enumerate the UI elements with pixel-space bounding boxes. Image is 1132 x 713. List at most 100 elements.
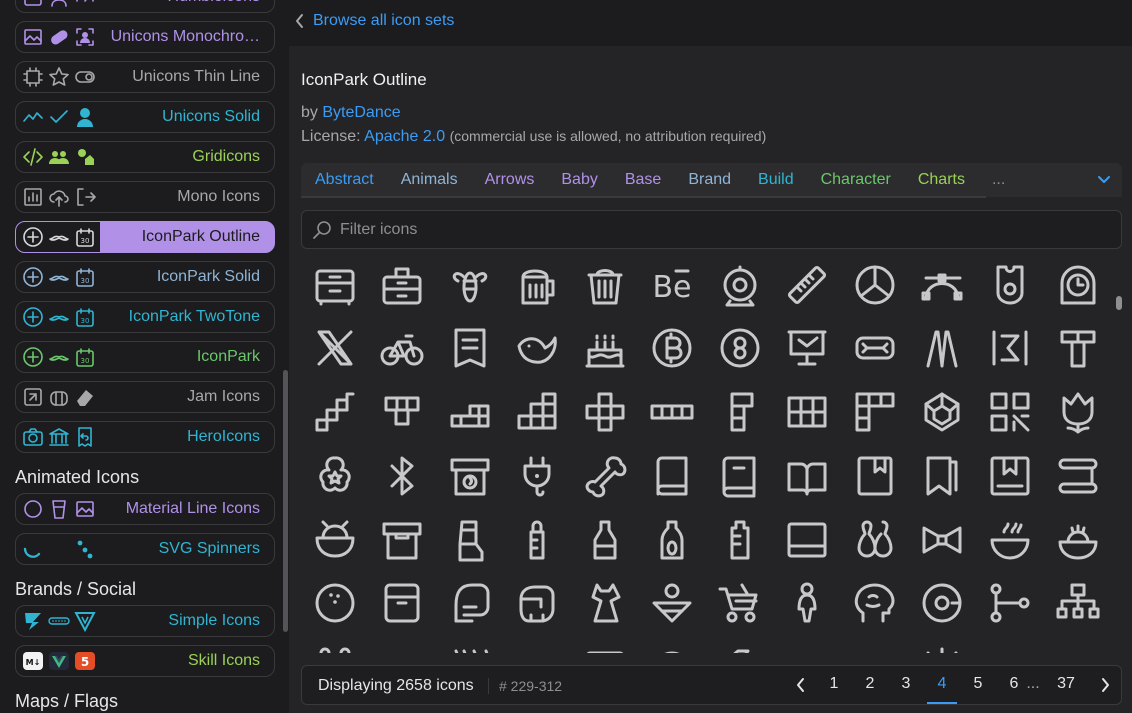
page-5[interactable]: 5 — [963, 675, 993, 693]
t-block-icon[interactable] — [1046, 316, 1109, 380]
branch-icon[interactable] — [978, 571, 1042, 635]
author-link[interactable]: ByteDance — [322, 104, 400, 121]
grid-scrollbar[interactable] — [1116, 296, 1122, 310]
beer-mug-icon[interactable] — [505, 253, 569, 317]
prev-page-icon[interactable] — [795, 676, 807, 694]
box-icon[interactable] — [370, 571, 434, 635]
category-tab-build[interactable]: Build — [758, 171, 794, 189]
brain-head-icon[interactable] — [843, 571, 907, 635]
scroll-icon[interactable] — [1046, 444, 1109, 508]
bowling-pins-icon[interactable] — [843, 508, 907, 572]
tray-icon[interactable] — [775, 508, 839, 572]
category-tab-charts[interactable]: Charts — [918, 171, 965, 189]
icon-set-unicons-thin-line[interactable]: Unicons Thin Line — [15, 61, 275, 93]
billiards-icon[interactable] — [708, 316, 772, 380]
woman-icon[interactable] — [775, 571, 839, 635]
bib-icon[interactable] — [978, 253, 1042, 317]
grass-icon[interactable] — [438, 635, 502, 653]
stroller-icon[interactable] — [708, 571, 772, 635]
step-block-icon[interactable] — [438, 380, 502, 444]
page-4[interactable]: 4 — [927, 675, 957, 693]
page-1[interactable]: 1 — [819, 675, 849, 693]
icon-set-heroicons[interactable]: HeroIcons — [15, 421, 275, 453]
receipt-icon[interactable] — [438, 316, 502, 380]
category-tab-arrows[interactable]: Arrows — [485, 171, 535, 189]
bloom-icon[interactable] — [910, 316, 974, 380]
tag-arrow-icon[interactable] — [708, 635, 772, 653]
cabinet-top-icon[interactable] — [573, 635, 637, 653]
tulip-icon[interactable] — [1046, 380, 1109, 444]
blade-icon[interactable] — [843, 316, 907, 380]
ring-top-icon[interactable] — [640, 635, 704, 653]
bucket-icon[interactable] — [573, 253, 637, 317]
icon-set-unicons-solid[interactable]: Unicons Solid — [15, 101, 275, 133]
boot-icon[interactable] — [438, 508, 502, 572]
bicycle-icon[interactable] — [370, 316, 434, 380]
book-stack-icon[interactable] — [708, 444, 772, 508]
boxing-icon[interactable] — [505, 571, 569, 635]
icon-set-iconpark-solid[interactable]: 30 IconPark Solid — [15, 261, 275, 293]
album-icon[interactable] — [978, 444, 1042, 508]
sigma-bracket-icon[interactable] — [978, 316, 1042, 380]
sidebar-scrollbar[interactable] — [283, 370, 288, 632]
page-2[interactable]: 2 — [855, 675, 885, 693]
hierarchy-icon[interactable] — [1046, 571, 1109, 635]
grid-block-icon[interactable] — [775, 380, 839, 444]
blank-r7-2[interactable] — [775, 635, 839, 653]
dress-icon[interactable] — [573, 571, 637, 635]
behance-icon[interactable]: Be — [640, 253, 704, 317]
category-tab-abstract[interactable]: Abstract — [315, 171, 374, 189]
bitcoin-icon[interactable] — [640, 316, 704, 380]
bowl-icon[interactable] — [303, 508, 367, 572]
icon-set-mono-icons[interactable]: Mono Icons — [15, 181, 275, 213]
bookmark-book-icon[interactable] — [843, 444, 907, 508]
drawer-icon[interactable] — [303, 253, 367, 317]
wine-bottle-icon[interactable] — [573, 508, 637, 572]
i-block-icon[interactable] — [640, 380, 704, 444]
water-bottle-icon[interactable] — [708, 508, 772, 572]
alarm-clock-icon[interactable] — [1046, 253, 1109, 317]
icon-set-jam-icons[interactable]: Jam Icons — [15, 381, 275, 413]
filter-input[interactable] — [340, 220, 1100, 239]
sun-top-icon[interactable] — [910, 635, 974, 653]
l-block-icon[interactable] — [843, 380, 907, 444]
j-block-icon[interactable] — [708, 380, 772, 444]
bell-ring-icon[interactable] — [708, 253, 772, 317]
stairs-block-icon[interactable] — [303, 380, 367, 444]
license-link[interactable]: Apache 2.0 — [364, 128, 445, 145]
ruler-icon[interactable] — [775, 253, 839, 317]
bowling-ball-icon[interactable] — [303, 571, 367, 635]
flower-icon[interactable] — [303, 444, 367, 508]
page-3[interactable]: 3 — [891, 675, 921, 693]
open-book-icon[interactable] — [775, 444, 839, 508]
t-shape-icon[interactable] — [370, 380, 434, 444]
next-page-icon[interactable] — [1099, 676, 1111, 694]
category-tab-character[interactable]: Character — [821, 171, 891, 189]
cube-network-icon[interactable] — [910, 380, 974, 444]
category-tab-brand[interactable]: Brand — [688, 171, 731, 189]
cake-box-icon[interactable] — [438, 444, 502, 508]
category-tab-base[interactable]: Base — [625, 171, 661, 189]
category-tab-animals[interactable]: Animals — [401, 171, 458, 189]
blackboard-icon[interactable] — [775, 316, 839, 380]
boxing-glove-icon[interactable] — [438, 571, 502, 635]
bow-tie-icon[interactable] — [910, 508, 974, 572]
icon-set-skill-icons[interactable]: M↓ 5 Skill Icons — [15, 645, 275, 677]
blank-r7-4[interactable] — [505, 635, 569, 653]
chevron-down-icon[interactable] — [1096, 172, 1112, 188]
category-tab-baby[interactable]: Baby — [561, 171, 597, 189]
icon-set-humbleicons[interactable]: Humbleicons — [15, 0, 275, 13]
scan-top-icon[interactable] — [1046, 635, 1109, 653]
mercedes-icon[interactable] — [843, 253, 907, 317]
icon-set-material-line-icons[interactable]: Material Line Icons — [15, 493, 275, 525]
person-triangle-icon[interactable] — [640, 571, 704, 635]
x-twitter-icon[interactable] — [303, 316, 367, 380]
icon-set-iconpark[interactable]: 30 IconPark — [15, 341, 275, 373]
category-more[interactable]: ... — [992, 171, 1005, 189]
soy-sauce-icon[interactable] — [640, 508, 704, 572]
noodle-bowl-icon[interactable] — [978, 508, 1042, 572]
toolbox-icon[interactable] — [370, 253, 434, 317]
qr-code-icon[interactable] — [978, 380, 1042, 444]
l-stack-icon[interactable] — [505, 380, 569, 444]
bookmark-icon[interactable] — [910, 444, 974, 508]
